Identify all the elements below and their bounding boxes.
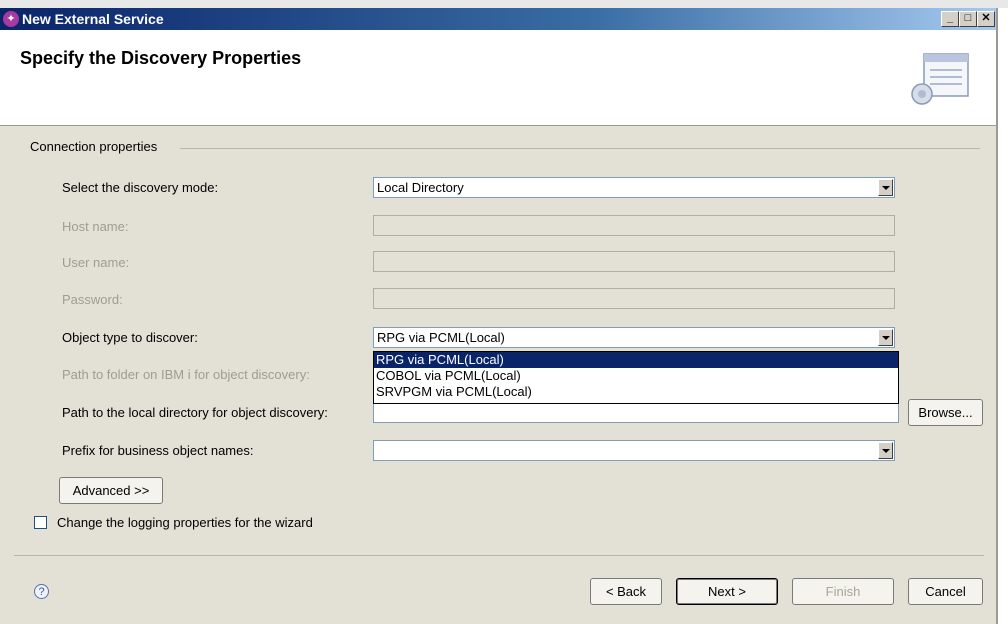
dropdown-option[interactable]: RPG via PCML(Local) <box>374 352 898 368</box>
wizard-header: Specify the Discovery Properties <box>0 30 996 126</box>
next-button[interactable]: Next > <box>676 578 778 605</box>
object-type-dropdown: RPG via PCML(Local) COBOL via PCML(Local… <box>373 351 899 404</box>
host-name-field[interactable] <box>373 215 895 236</box>
minimize-icon[interactable]: _ <box>941 11 959 27</box>
prefix-label: Prefix for business object names: <box>62 443 254 458</box>
close-icon[interactable]: ✕ <box>977 11 995 27</box>
chevron-down-icon[interactable] <box>878 329 893 346</box>
back-button[interactable]: < Back <box>590 578 662 605</box>
page-title: Specify the Discovery Properties <box>20 48 302 68</box>
object-type-value: RPG via PCML(Local) <box>377 330 505 345</box>
password-field[interactable] <box>373 288 895 309</box>
local-path-label: Path to the local directory for object d… <box>62 405 328 420</box>
wizard-banner-icon <box>911 53 969 105</box>
maximize-icon[interactable]: □ <box>959 11 977 27</box>
local-path-field[interactable] <box>373 402 899 423</box>
advanced-button[interactable]: Advanced >> <box>59 477 163 504</box>
host-name-label: Host name: <box>62 219 129 234</box>
help-icon[interactable]: ? <box>34 584 49 599</box>
user-name-label: User name: <box>62 255 130 270</box>
connection-group-label: Connection properties <box>30 139 158 154</box>
logging-checkbox[interactable] <box>34 516 47 529</box>
browse-button[interactable]: Browse... <box>908 399 983 426</box>
wizard-window: ✦ New External Service _ □ ✕ Specify the… <box>0 8 998 624</box>
dropdown-option[interactable]: SRVPGM via PCML(Local) <box>374 384 898 400</box>
object-type-combo[interactable]: RPG via PCML(Local) <box>373 327 895 348</box>
chevron-down-icon[interactable] <box>878 442 893 459</box>
user-name-field[interactable] <box>373 251 895 272</box>
dropdown-option[interactable]: COBOL via PCML(Local) <box>374 368 898 384</box>
finish-button[interactable]: Finish <box>792 578 894 605</box>
logging-checkbox-label: Change the logging properties for the wi… <box>57 515 313 530</box>
discovery-mode-combo[interactable]: Local Directory <box>373 177 895 198</box>
footer-divider <box>14 555 984 556</box>
discovery-mode-label: Select the discovery mode: <box>62 180 219 195</box>
app-icon: ✦ <box>3 11 19 27</box>
password-label: Password: <box>62 292 123 307</box>
object-type-label: Object type to discover: <box>62 330 198 345</box>
chevron-down-icon[interactable] <box>878 179 893 196</box>
background-strip <box>0 0 1008 8</box>
ibm-i-path-label: Path to folder on IBM i for object disco… <box>62 367 310 382</box>
group-divider <box>180 148 980 149</box>
discovery-mode-value: Local Directory <box>377 180 464 195</box>
cancel-button[interactable]: Cancel <box>908 578 983 605</box>
title-bar[interactable]: ✦ New External Service _ □ ✕ <box>0 8 996 30</box>
prefix-combo[interactable] <box>373 440 895 461</box>
window-title: New External Service <box>22 11 164 27</box>
